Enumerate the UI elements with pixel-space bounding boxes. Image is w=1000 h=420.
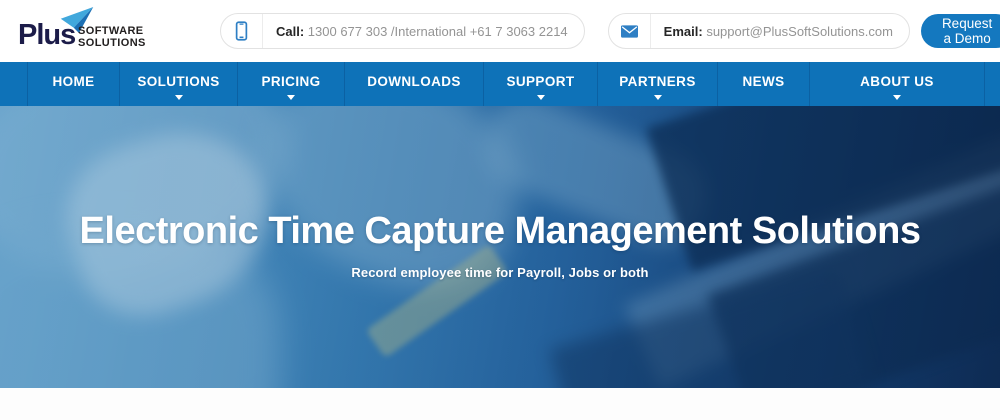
chevron-down-icon	[537, 95, 545, 100]
email-label: Email:	[664, 24, 703, 39]
nav-item-news[interactable]: NEWS	[718, 62, 810, 106]
nav-item-pricing[interactable]: PRICING	[238, 62, 345, 106]
hero-text-block: Electronic Time Capture Management Solut…	[0, 209, 1000, 280]
nav-label: SOLUTIONS	[137, 74, 219, 89]
email-contact-pill[interactable]: Email: support@PlusSoftSolutions.com	[608, 13, 910, 49]
nav-label: PRICING	[261, 74, 320, 89]
logo-wordmark: Plus	[18, 19, 75, 52]
chevron-down-icon	[893, 95, 901, 100]
mobile-phone-icon	[221, 14, 263, 48]
nav-right-spacer	[985, 62, 1000, 106]
hero-subtitle: Record employee time for Payroll, Jobs o…	[0, 265, 1000, 280]
logo-tagline-line1: SOFTWARE	[78, 25, 144, 37]
nav-label: SUPPORT	[506, 74, 574, 89]
nav-item-solutions[interactable]: SOLUTIONS	[120, 62, 238, 106]
request-demo-button[interactable]: Request a Demo	[921, 14, 1000, 48]
hero-banner: Electronic Time Capture Management Solut…	[0, 106, 1000, 388]
nav-item-support[interactable]: SUPPORT	[484, 62, 598, 106]
logo-tagline-line2: SOLUTIONS	[78, 37, 146, 49]
nav-label: NEWS	[742, 74, 784, 89]
email-address: support@PlusSoftSolutions.com	[706, 24, 893, 39]
envelope-icon	[609, 14, 651, 48]
nav-label: DOWNLOADS	[367, 74, 461, 89]
page-background-below-hero	[0, 388, 1000, 420]
nav-item-downloads[interactable]: DOWNLOADS	[345, 62, 484, 106]
nav-label: HOME	[52, 74, 94, 89]
nav-item-partners[interactable]: PARTNERS	[598, 62, 718, 106]
nav-item-about-us[interactable]: ABOUT US	[810, 62, 985, 106]
main-nav: HOME SOLUTIONS PRICING DOWNLOADS SUPPORT…	[0, 62, 1000, 106]
phone-number: 1300 677 303 /International +61 7 3063 2…	[308, 24, 568, 39]
logo[interactable]: Plus SOFTWARE SOLUTIONS	[14, 6, 164, 56]
top-bar: Plus SOFTWARE SOLUTIONS Call: 1300 677 3…	[0, 0, 1000, 62]
nav-label: ABOUT US	[860, 74, 934, 89]
phone-text: Call: 1300 677 303 /International +61 7 …	[263, 24, 584, 39]
email-text: Email: support@PlusSoftSolutions.com	[651, 24, 909, 39]
nav-label: PARTNERS	[619, 74, 695, 89]
chevron-down-icon	[175, 95, 183, 100]
nav-left-spacer	[0, 62, 28, 106]
logo-tagline: SOFTWARE SOLUTIONS	[78, 26, 146, 49]
hero-title: Electronic Time Capture Management Solut…	[0, 209, 1000, 253]
chevron-down-icon	[287, 95, 295, 100]
chevron-down-icon	[654, 95, 662, 100]
phone-label: Call:	[276, 24, 304, 39]
phone-contact-pill[interactable]: Call: 1300 677 303 /International +61 7 …	[220, 13, 585, 49]
nav-item-home[interactable]: HOME	[28, 62, 120, 106]
